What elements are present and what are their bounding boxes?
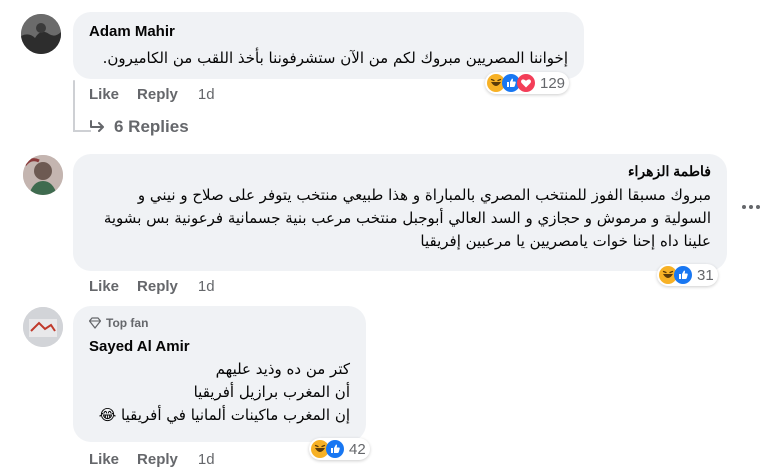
reaction-count: 31	[697, 266, 714, 284]
comment-actions: Like Reply 1d	[89, 278, 233, 295]
reaction-count: 129	[540, 74, 566, 92]
reply-thread-hook	[73, 130, 91, 132]
comment-author[interactable]: Adam Mahir	[89, 23, 175, 40]
comment-timestamp[interactable]: 1d	[198, 451, 215, 468]
comment-text: كتر من ده وذيد عليهم أن المغرب برازيل أف…	[90, 358, 350, 427]
comment-bubble: Adam Mahir إخواننا المصريين مبروك لكم من…	[73, 12, 584, 79]
avatar[interactable]	[21, 14, 61, 54]
like-reaction-icon	[674, 266, 692, 284]
reaction-summary[interactable]: 129	[485, 72, 570, 94]
comment-timestamp[interactable]: 1d	[198, 278, 215, 295]
comment-bubble: فاطمة الزهراء مبروك مسبقا الفوز للمنتخب …	[73, 154, 727, 271]
comment-line: أن المغرب برازيل أفريقيا	[193, 383, 350, 401]
replies-label: 6 Replies	[114, 117, 189, 136]
more-options-icon[interactable]	[742, 205, 760, 209]
comment-author[interactable]: فاطمة الزهراء	[628, 163, 711, 180]
top-fan-badge: Top fan	[89, 316, 148, 330]
like-button[interactable]: Like	[89, 278, 119, 295]
comment-bubble: Top fan Sayed Al Amir كتر من ده وذيد علي…	[73, 306, 366, 442]
comment-text: إخواننا المصريين مبروك لكم من الآن ستشرف…	[102, 49, 568, 67]
comment-actions: Like Reply 1d	[89, 86, 233, 103]
view-replies-button[interactable]: 6 Replies	[90, 117, 189, 137]
like-button[interactable]: Like	[89, 86, 119, 103]
comment-actions: Like Reply 1d	[89, 451, 233, 468]
top-fan-label: Top fan	[106, 316, 149, 330]
reply-thread-line	[73, 80, 75, 132]
comment-line: كتر من ده وذيد عليهم	[215, 360, 350, 378]
avatar[interactable]	[23, 155, 63, 195]
comment-timestamp[interactable]: 1d	[198, 86, 215, 103]
reaction-count: 42	[349, 440, 366, 458]
avatar[interactable]	[23, 307, 63, 347]
like-button[interactable]: Like	[89, 451, 119, 468]
like-reaction-icon	[326, 440, 344, 458]
reply-button[interactable]: Reply	[137, 451, 178, 468]
reaction-summary[interactable]: 31	[657, 264, 718, 286]
reply-arrow-icon	[90, 120, 104, 132]
comment-text: مبروك مسبقا الفوز للمنتخب المصري بالمبار…	[103, 186, 711, 250]
reaction-summary[interactable]: 42	[309, 438, 370, 460]
comment-author[interactable]: Sayed Al Amir	[89, 338, 190, 355]
comment-line: إن المغرب ماكينات ألمانيا في أفريقيا 😂	[98, 406, 350, 424]
top-fan-diamond-icon	[89, 317, 101, 329]
love-reaction-icon	[517, 74, 535, 92]
reply-button[interactable]: Reply	[137, 86, 178, 103]
reply-button[interactable]: Reply	[137, 278, 178, 295]
